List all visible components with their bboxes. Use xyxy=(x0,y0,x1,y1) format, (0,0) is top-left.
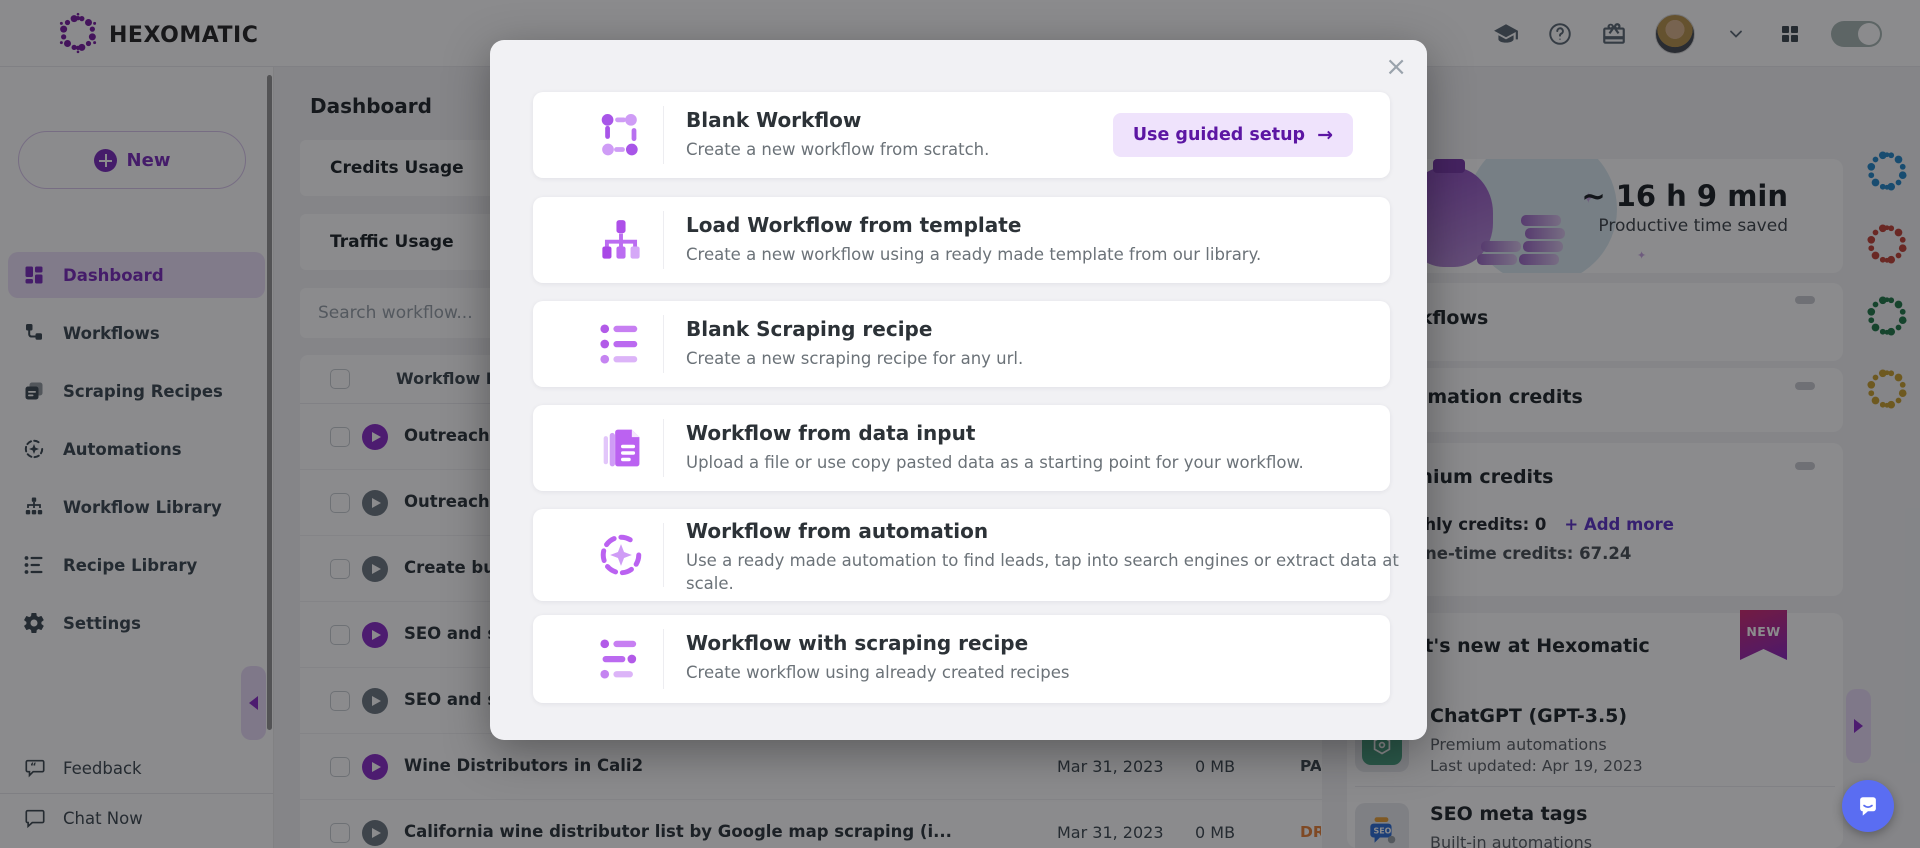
automation-cycle-icon xyxy=(595,529,647,581)
option-title: Blank Scraping recipe xyxy=(686,317,933,341)
divider xyxy=(663,106,664,164)
option-title: Workflow with scraping recipe xyxy=(686,631,1029,655)
divider xyxy=(663,629,664,689)
option-blank-workflow[interactable]: Blank Workflow Create a new workflow fro… xyxy=(533,92,1390,178)
option-title: Load Workflow from template xyxy=(686,213,1022,237)
close-icon[interactable]: × xyxy=(1379,48,1413,86)
chat-bubble-icon xyxy=(1860,797,1876,816)
option-desc: Create a new workflow from scratch. xyxy=(686,140,990,159)
divider xyxy=(663,419,664,477)
recipe-list-icon xyxy=(595,318,647,370)
workflow-nodes-icon xyxy=(595,109,647,161)
divider xyxy=(663,523,664,587)
option-title: Blank Workflow xyxy=(686,108,862,132)
option-desc: Upload a file or use copy pasted data as… xyxy=(686,453,1304,472)
app: HEXOMATIC New Dashboard Workflows Scrapi… xyxy=(0,0,1920,848)
documents-icon xyxy=(595,422,647,474)
option-desc: Use a ready made automation to find lead… xyxy=(686,551,1399,593)
option-desc: Create a new workflow using a ready made… xyxy=(686,245,1262,264)
divider xyxy=(663,211,664,269)
option-desc: Create a new scraping recipe for any url… xyxy=(686,349,1024,368)
option-workflow-from-data-input[interactable]: Workflow from data input Upload a file o… xyxy=(533,405,1390,491)
create-new-modal: × Blank Workflow Create a new workflow f… xyxy=(490,40,1427,740)
option-desc: Create workflow using already created re… xyxy=(686,663,1070,682)
option-title: Workflow from automation xyxy=(686,519,989,543)
recipe-workflow-icon xyxy=(595,633,647,685)
template-tree-icon xyxy=(595,214,647,266)
use-guided-setup-button[interactable]: Use guided setup → xyxy=(1112,113,1353,157)
arrow-right-icon: → xyxy=(1317,124,1333,146)
divider xyxy=(663,315,664,373)
option-workflow-with-scraping-recipe[interactable]: Workflow with scraping recipe Create wor… xyxy=(533,615,1390,703)
option-load-workflow-template[interactable]: Load Workflow from template Create a new… xyxy=(533,197,1390,283)
chat-widget-button[interactable] xyxy=(1842,780,1894,832)
guided-setup-label: Use guided setup xyxy=(1132,125,1306,145)
option-workflow-from-automation[interactable]: Workflow from automation Use a ready mad… xyxy=(533,509,1399,601)
option-title: Workflow from data input xyxy=(686,421,976,445)
option-blank-scraping-recipe[interactable]: Blank Scraping recipe Create a new scrap… xyxy=(533,301,1390,387)
